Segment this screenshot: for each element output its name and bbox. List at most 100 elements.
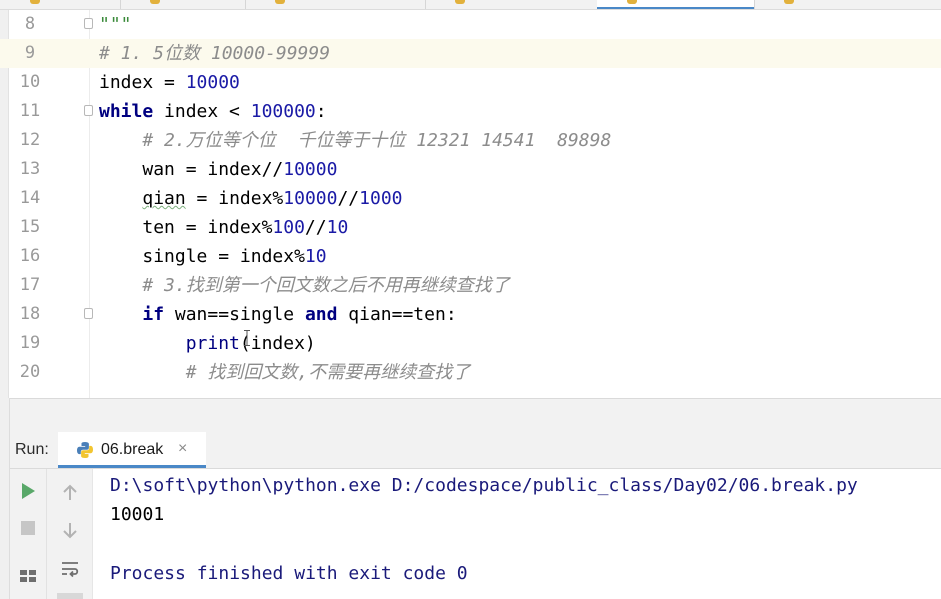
line-number: 20 (19, 362, 41, 382)
code-text: index = 10000 (99, 68, 240, 97)
run-icon[interactable] (17, 480, 39, 502)
code-token: 1000 (359, 188, 403, 209)
arrow-up-icon[interactable] (59, 482, 81, 504)
code-token: // (304, 217, 327, 238)
code-text: single = index%10 (99, 242, 327, 271)
code-token: and (304, 304, 338, 325)
code-token: : (315, 101, 327, 122)
code-token: wan==single (164, 304, 305, 325)
run-tab-06-break[interactable]: 06.break × (58, 432, 206, 468)
code-token: # 3.找到第一个回文数之后不用再继续查找了 (142, 275, 510, 296)
code-token: while (99, 101, 154, 122)
arrow-down-icon[interactable] (59, 519, 81, 541)
code-text: qian = index%10000//1000 (99, 184, 403, 213)
code-line[interactable]: 17 # 3.找到第一个回文数之后不用再继续查找了 (0, 271, 941, 300)
line-number: 11 (19, 101, 41, 121)
line-number: 19 (19, 333, 41, 353)
run-toolbar-header: Run: 06.break × (0, 432, 941, 469)
fold-marker-icon[interactable] (84, 308, 93, 319)
layout-icon[interactable] (17, 565, 39, 587)
editor-tab[interactable] (245, 0, 426, 9)
fold-marker-icon[interactable] (84, 105, 93, 116)
run-toolbar-primary (10, 469, 47, 599)
code-token: 10000 (283, 159, 338, 180)
code-token: (index) (239, 333, 316, 354)
code-text: wan = index//10000 (99, 155, 337, 184)
code-token: = index% (185, 188, 284, 209)
python-file-icon (784, 0, 794, 4)
code-token: single = index% (142, 246, 305, 267)
code-line[interactable]: 18 if wan==single and qian==ten: (0, 300, 941, 329)
code-line[interactable]: 9 # 1. 5位数 10000-99999 (0, 39, 941, 68)
code-token: 10 (326, 217, 349, 238)
code-text: # 3.找到第一个回文数之后不用再继续查找了 (99, 271, 510, 300)
line-number: 14 (19, 188, 41, 208)
code-editor[interactable]: 8 """ 9 # 1. 5位数 10000-99999 10 index = 10000… (0, 10, 941, 398)
run-toolbar-secondary (47, 469, 93, 599)
code-token: # 1. 5位数 10000-99999 (99, 43, 331, 64)
code-line[interactable]: 15 ten = index%100//10 (0, 213, 941, 242)
code-text: while index < 100000: (99, 97, 327, 126)
code-line[interactable]: 20 # 找到回文数,不需要再继续查找了 (0, 358, 941, 387)
run-tab-label: 06.break (101, 441, 164, 458)
code-token: 10 (304, 246, 327, 267)
code-line[interactable]: 16 single = index%10 (0, 242, 941, 271)
editor-tab-active[interactable] (597, 0, 755, 9)
code-token: 100000 (250, 101, 316, 122)
code-token: 10000 (185, 72, 240, 93)
code-line[interactable]: 8 """ (0, 10, 941, 39)
code-token: """ (99, 14, 132, 35)
python-file-icon (627, 0, 637, 4)
console-output-line: 10001 (110, 504, 165, 525)
toolbar-scroll-stub (57, 593, 83, 599)
code-line[interactable]: 13 wan = index//10000 (0, 155, 941, 184)
soft-wrap-icon[interactable] (59, 558, 81, 580)
close-tab-icon[interactable]: × (178, 440, 187, 458)
python-icon (77, 442, 93, 458)
line-number: 17 (19, 275, 41, 295)
panel-left-edge (0, 398, 10, 599)
code-text: print(index) (99, 329, 316, 358)
editor-tab-strip (0, 0, 941, 10)
code-text: # 1. 5位数 10000-99999 (99, 39, 330, 68)
code-token: // (337, 188, 360, 209)
code-line[interactable]: 19 print(index) (0, 329, 941, 358)
editor-tab[interactable] (120, 0, 246, 9)
code-line[interactable]: 12 # 2.万位等个位 千位等于十位 12321 14541 89898 (0, 126, 941, 155)
code-line[interactable]: 14 qian = index%10000//1000 (0, 184, 941, 213)
console-command-line: D:\soft\python\python.exe D:/codespace/p… (110, 475, 858, 496)
editor-tab[interactable] (425, 0, 598, 9)
code-line[interactable]: 10 index = 10000 (0, 68, 941, 97)
editor-tab[interactable] (754, 0, 941, 9)
code-token: # 2.万位等个位 千位等于十位 12321 14541 89898 (142, 130, 612, 151)
stop-icon[interactable] (17, 517, 39, 539)
line-number: 13 (19, 159, 41, 179)
line-number: 15 (19, 217, 41, 237)
console-exit-line: Process finished with exit code 0 (110, 563, 468, 584)
code-token: print (185, 333, 240, 354)
code-token: qian==ten: (337, 304, 457, 325)
code-text: ten = index%100//10 (99, 213, 348, 242)
code-token: 10000 (283, 188, 338, 209)
code-token: wan = index// (142, 159, 284, 180)
code-token: ten = index% (142, 217, 273, 238)
code-token: index < (153, 101, 251, 122)
fold-marker-icon[interactable] (84, 18, 93, 29)
code-token: 100 (272, 217, 305, 238)
run-label: Run: (15, 441, 49, 458)
line-number: 9 (24, 43, 36, 63)
editor-tab[interactable] (0, 0, 121, 9)
panel-splitter[interactable] (0, 398, 941, 433)
run-console-output[interactable]: D:\soft\python\python.exe D:/codespace/p… (93, 469, 941, 599)
line-number: 12 (19, 130, 41, 150)
python-file-icon (150, 0, 160, 4)
python-file-icon (455, 0, 465, 4)
code-line[interactable]: 11 while index < 100000: (0, 97, 941, 126)
